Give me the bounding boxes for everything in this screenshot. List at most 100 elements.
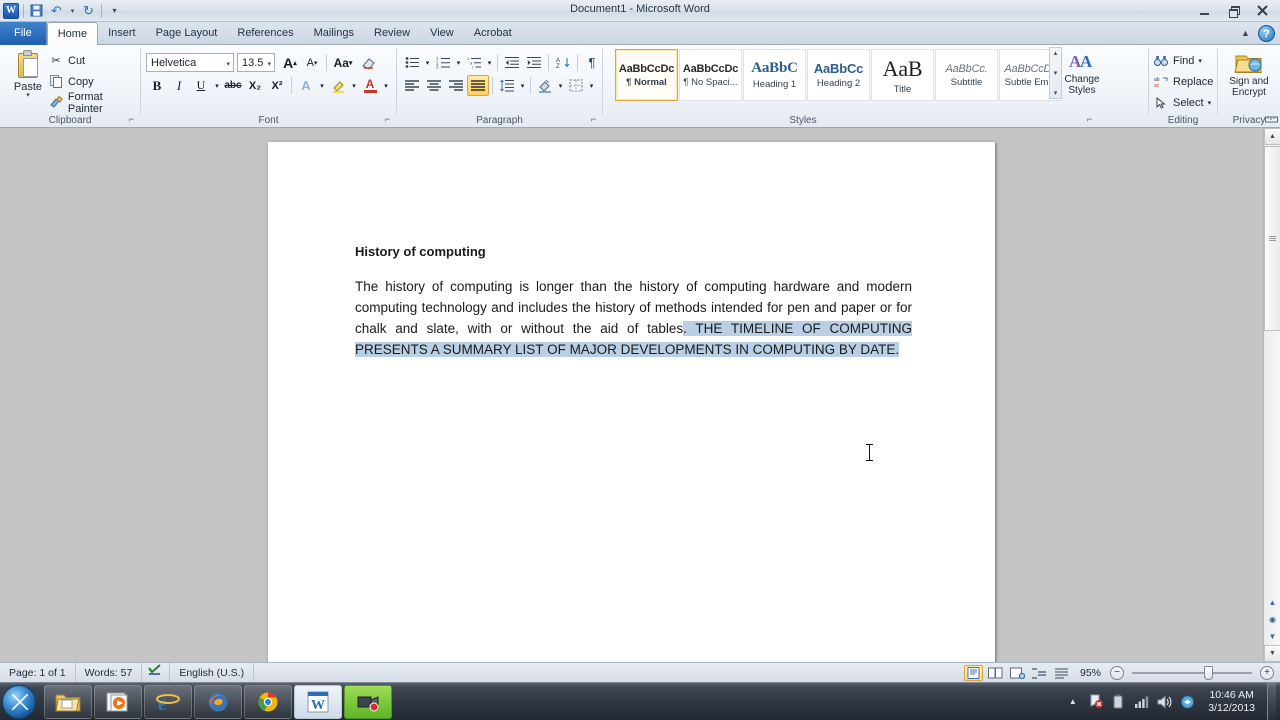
font-size-combo[interactable]: 13.5 ▾ (237, 53, 275, 72)
line-spacing-dropdown-icon[interactable]: ▾ (518, 75, 527, 96)
align-left-button[interactable] (401, 75, 423, 96)
style-heading-2[interactable]: AaBbCc Heading 2 (807, 49, 870, 101)
show-desktop-button[interactable] (1267, 682, 1276, 720)
style-title[interactable]: AaB Title (871, 49, 934, 101)
text-effects-dropdown-icon[interactable]: ▾ (317, 75, 327, 96)
underline-button[interactable]: U (190, 75, 212, 96)
select-button[interactable]: Select ▾ (1153, 92, 1213, 113)
taskbar-firefox[interactable] (194, 684, 242, 719)
zoom-level[interactable]: 95% (1074, 667, 1107, 679)
scroll-up-icon[interactable]: ▴ (1054, 49, 1058, 57)
decrease-indent-button[interactable] (501, 52, 523, 73)
dropbox-icon[interactable] (1179, 693, 1196, 710)
clipboard-dialog-launcher[interactable]: ⌐ (126, 114, 137, 125)
tab-references[interactable]: References (227, 22, 303, 45)
tab-file[interactable]: File (0, 22, 47, 45)
volume-icon[interactable] (1156, 693, 1173, 710)
align-right-button[interactable] (445, 75, 467, 96)
highlight-dropdown-icon[interactable]: ▾ (349, 75, 359, 96)
grow-font-button[interactable]: A ▴ (279, 52, 301, 73)
close-button[interactable] (1249, 2, 1276, 19)
scroll-up-button[interactable]: ▲ (1264, 128, 1280, 145)
proofing-status-icon[interactable] (142, 662, 171, 683)
style-subtitle[interactable]: AaBbCc. Subtitle (935, 49, 998, 101)
collapse-ribbon-icon[interactable]: ▲ (1238, 26, 1253, 41)
tab-mailings[interactable]: Mailings (304, 22, 364, 45)
zoom-out-button[interactable]: − (1110, 665, 1124, 680)
sign-and-encrypt-button[interactable]: Sign and Encrypt (1223, 50, 1275, 98)
font-dialog-launcher[interactable]: ⌐ (382, 114, 393, 125)
taskbar-media-player[interactable] (94, 684, 142, 719)
shrink-font-button[interactable]: A ▾ (301, 52, 323, 73)
multilevel-list-button[interactable]: 1ai (463, 52, 485, 73)
tab-page-layout[interactable]: Page Layout (146, 22, 228, 45)
bullets-dropdown-icon[interactable]: ▾ (423, 52, 432, 73)
change-styles-button[interactable]: A A Change Styles (1064, 50, 1100, 96)
text-effects-button[interactable]: A (295, 75, 317, 96)
replace-button[interactable]: ab ac Replace (1153, 71, 1213, 92)
numbering-dropdown-icon[interactable]: ▾ (454, 52, 463, 73)
tab-view[interactable]: View (420, 22, 464, 45)
page-indicator[interactable]: Page: 1 of 1 (0, 662, 76, 683)
clear-formatting-button[interactable] (356, 52, 380, 73)
network-icon[interactable] (1133, 693, 1150, 710)
increase-indent-button[interactable] (523, 52, 545, 73)
taskbar-word[interactable]: W (294, 684, 342, 719)
style-no-spacing[interactable]: AaBbCcDc ¶ No Spaci... (679, 49, 742, 101)
cut-button[interactable]: ✂ Cut (48, 50, 140, 71)
battery-icon[interactable] (1110, 693, 1127, 710)
more-styles-icon[interactable]: ▾ (1054, 89, 1058, 97)
taskbar-internet-explorer[interactable]: e (144, 684, 192, 719)
start-button[interactable] (2, 684, 36, 719)
line-spacing-button[interactable] (496, 75, 518, 96)
numbering-button[interactable]: 123 (432, 52, 454, 73)
styles-dialog-launcher[interactable]: ⌐ (1084, 114, 1095, 125)
paste-button[interactable]: Paste ▾ (6, 50, 50, 99)
shading-button[interactable] (534, 75, 556, 96)
taskbar-chrome[interactable] (244, 684, 292, 719)
outline-view-button[interactable] (1030, 665, 1049, 681)
tab-home[interactable]: Home (46, 22, 99, 46)
italic-button[interactable]: I (168, 75, 190, 96)
view-ruler-icon[interactable] (1264, 114, 1279, 128)
full-screen-reading-view-button[interactable] (986, 665, 1005, 681)
next-page-icon[interactable]: ▼ (1264, 628, 1280, 645)
format-painter-button[interactable]: Format Painter (48, 91, 140, 115)
minimize-button[interactable] (1191, 2, 1218, 19)
action-center-icon[interactable] (1087, 693, 1104, 710)
subscript-button[interactable]: X₂ (244, 75, 266, 96)
chevron-down-icon[interactable]: ▾ (1208, 99, 1212, 107)
web-layout-view-button[interactable] (1008, 665, 1027, 681)
bold-button[interactable]: B (146, 75, 168, 96)
taskbar-recorder[interactable] (344, 684, 392, 719)
scroll-down-icon[interactable]: ▾ (1054, 69, 1058, 77)
highlight-button[interactable] (327, 75, 349, 96)
font-color-dropdown-icon[interactable]: ▾ (381, 75, 391, 96)
chevron-down-icon[interactable]: ▾ (1198, 57, 1202, 65)
borders-button[interactable] (565, 75, 587, 96)
scroll-down-button[interactable]: ▼ (1264, 645, 1280, 662)
zoom-in-button[interactable]: + (1260, 665, 1274, 680)
zoom-slider-thumb[interactable] (1204, 665, 1213, 680)
superscript-button[interactable]: X² (266, 75, 288, 96)
bullets-button[interactable] (401, 52, 423, 73)
align-center-button[interactable] (423, 75, 445, 96)
help-icon[interactable]: ? (1258, 25, 1275, 42)
document-paragraph[interactable]: The history of computing is longer than … (355, 276, 912, 360)
clock[interactable]: 10:46 AM 3/12/2013 (1202, 689, 1261, 715)
tab-acrobat[interactable]: Acrobat (464, 22, 522, 45)
language-indicator[interactable]: English (U.S.) (170, 662, 255, 683)
style-heading-1[interactable]: AaBbC Heading 1 (743, 49, 806, 101)
show-hidden-icons-button[interactable]: ▲ (1064, 693, 1081, 710)
scrollbar-thumb[interactable] (1264, 146, 1280, 331)
word-count[interactable]: Words: 57 (76, 662, 143, 683)
underline-dropdown-icon[interactable]: ▾ (212, 75, 222, 96)
vertical-scrollbar[interactable]: ▲ ▲ ◉ ▼ ▼ (1263, 116, 1280, 662)
draft-view-button[interactable] (1052, 665, 1071, 681)
multilevel-dropdown-icon[interactable]: ▾ (485, 52, 494, 73)
tab-review[interactable]: Review (364, 22, 420, 45)
style-normal[interactable]: AaBbCcDc ¶ Normal (615, 49, 678, 101)
zoom-slider[interactable] (1132, 665, 1252, 680)
document-page[interactable]: History of computing The history of comp… (268, 142, 995, 662)
print-layout-view-button[interactable] (963, 664, 983, 681)
